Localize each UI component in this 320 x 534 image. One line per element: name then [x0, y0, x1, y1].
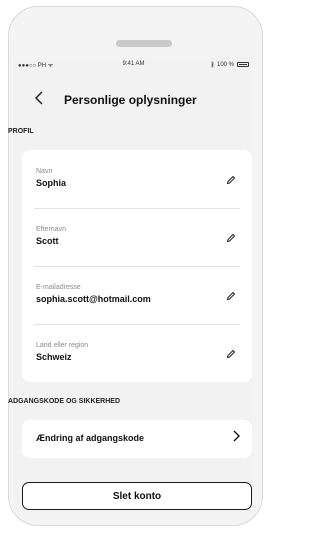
battery-percent: 100 %: [216, 61, 234, 68]
profile-row-country[interactable]: Land eller region Schweiz: [22, 324, 252, 382]
profile-row-email[interactable]: E-mailadresse sophia.scott@hotmail.com: [22, 266, 252, 324]
field-value: Sophia: [36, 178, 67, 188]
field-value: sophia.scott@hotmail.com: [36, 294, 151, 304]
change-password-row[interactable]: Ændring af adgangskode: [22, 420, 252, 458]
field-label: Land eller region: [36, 342, 89, 349]
chevron-right-icon: [232, 430, 240, 445]
section-label-security: ADGANGSKODE OG SIKKERHED: [8, 398, 121, 405]
pencil-icon[interactable]: [226, 291, 236, 301]
section-label-profile: PROFIL: [8, 128, 34, 135]
field-label: E-mailadresse: [36, 284, 81, 291]
page-title: Personlige oplysninger: [64, 93, 197, 107]
status-bar: ●●●○○ PH ᯤ 9:41 AM ∦ 100 %: [14, 57, 253, 73]
chevron-left-icon[interactable]: [34, 91, 44, 109]
profile-row-first-name[interactable]: Navn Sophia: [22, 150, 252, 208]
pencil-icon[interactable]: [226, 175, 236, 185]
field-value: Scott: [36, 236, 59, 246]
battery-icon: [237, 62, 249, 67]
pencil-icon[interactable]: [226, 349, 236, 359]
profile-card: Navn Sophia Efternavn Scott E-mailadress…: [22, 150, 252, 382]
status-right: ∦ 100 %: [211, 61, 249, 68]
pencil-icon[interactable]: [226, 233, 236, 243]
nav-bar: Personlige oplysninger: [14, 85, 253, 113]
phone-speaker: [116, 40, 172, 47]
bluetooth-icon: ∦: [210, 62, 214, 68]
field-value: Schweiz: [36, 352, 72, 362]
field-label: Navn: [36, 168, 53, 175]
field-label: Efternavn: [36, 226, 66, 233]
profile-row-last-name[interactable]: Efternavn Scott: [22, 208, 252, 266]
delete-account-button[interactable]: Slet konto: [22, 482, 252, 510]
change-password-label: Ændring af adgangskode: [36, 433, 145, 443]
